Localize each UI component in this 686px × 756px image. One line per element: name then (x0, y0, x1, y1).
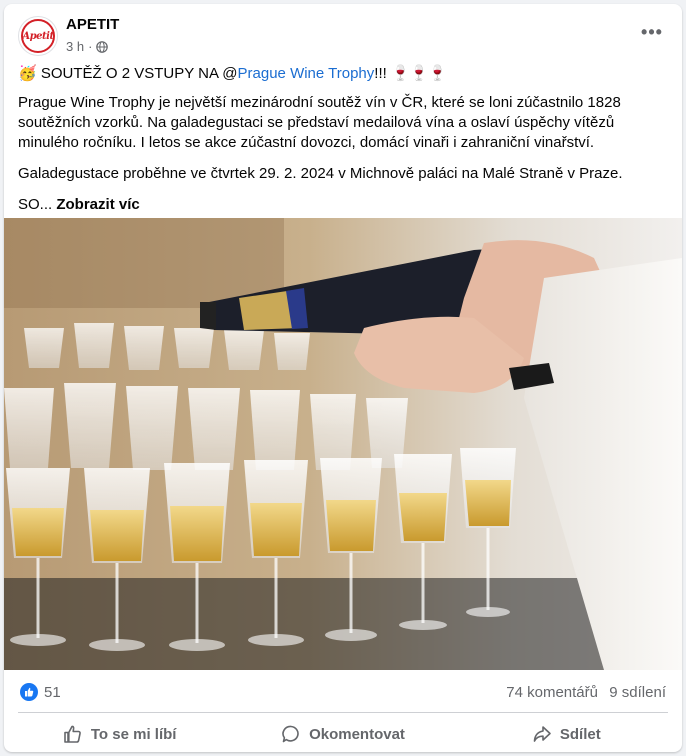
post-paragraph-2: Galadegustace proběhne ve čtvrtek 29. 2.… (18, 165, 623, 182)
post-card: Apetit APETIT 3 h · ••• 🥳 SOUTĚŽ O 2 VST… (4, 4, 682, 752)
share-icon (533, 726, 551, 742)
post-stats: 51 74 komentářů 9 sdílení (4, 678, 682, 706)
party-emoji: 🥳 (18, 65, 37, 82)
action-divider (18, 712, 668, 713)
reaction-count[interactable]: 51 (44, 684, 61, 701)
apetit-logo: Apetit (21, 19, 55, 53)
like-reaction-icon[interactable] (20, 683, 38, 701)
headline-suffix: !!! 🍷🍷🍷 (374, 65, 447, 82)
shares-count[interactable]: 9 sdílení (609, 684, 666, 701)
post-photo[interactable] (4, 218, 682, 670)
post-headline: 🥳 SOUTĚŽ O 2 VSTUPY NA @Prague Wine Trop… (18, 64, 668, 84)
post-header: Apetit APETIT 3 h · ••• (4, 4, 682, 64)
avatar[interactable]: Apetit (18, 16, 58, 56)
comment-icon (282, 725, 299, 743)
more-options-button[interactable]: ••• (634, 18, 670, 54)
post-actions: To se mi líbí Okomentovat Sdílet (8, 716, 678, 752)
share-label: Sdílet (559, 725, 601, 743)
post-meta: 3 h · (66, 39, 109, 54)
thumbs-up-icon (25, 687, 34, 697)
comments-count[interactable]: 74 komentářů (506, 684, 598, 701)
comment-button[interactable]: Okomentovat (231, 716, 454, 752)
see-more-link[interactable]: Zobrazit víc (56, 196, 139, 213)
globe-icon (96, 40, 109, 53)
comment-label: Okomentovat (309, 725, 405, 743)
more-icon: ••• (641, 21, 663, 42)
prague-wine-trophy-mention[interactable]: Prague Wine Trophy (238, 65, 375, 82)
post-text: 🥳 SOUTĚŽ O 2 VSTUPY NA @Prague Wine Trop… (18, 64, 668, 226)
wine-pouring-image (4, 218, 682, 670)
truncated-text: SO... (18, 196, 53, 213)
thumbs-up-outline-icon (64, 725, 81, 743)
post-truncated: SO... Zobrazit víc (18, 195, 668, 215)
share-button[interactable]: Sdílet (455, 716, 678, 752)
post-time[interactable]: 3 h (66, 39, 84, 54)
avatar-logo-text: Apetit (22, 30, 54, 42)
like-label: To se mi líbí (90, 725, 177, 743)
page-name[interactable]: APETIT (66, 16, 119, 33)
like-button[interactable]: To se mi líbí (8, 716, 231, 752)
meta-separator: · (88, 39, 93, 54)
headline-prefix: SOUTĚŽ O 2 VSTUPY NA @ (40, 65, 238, 82)
post-paragraph-1: Prague Wine Trophy je největší mezinárod… (18, 94, 621, 151)
